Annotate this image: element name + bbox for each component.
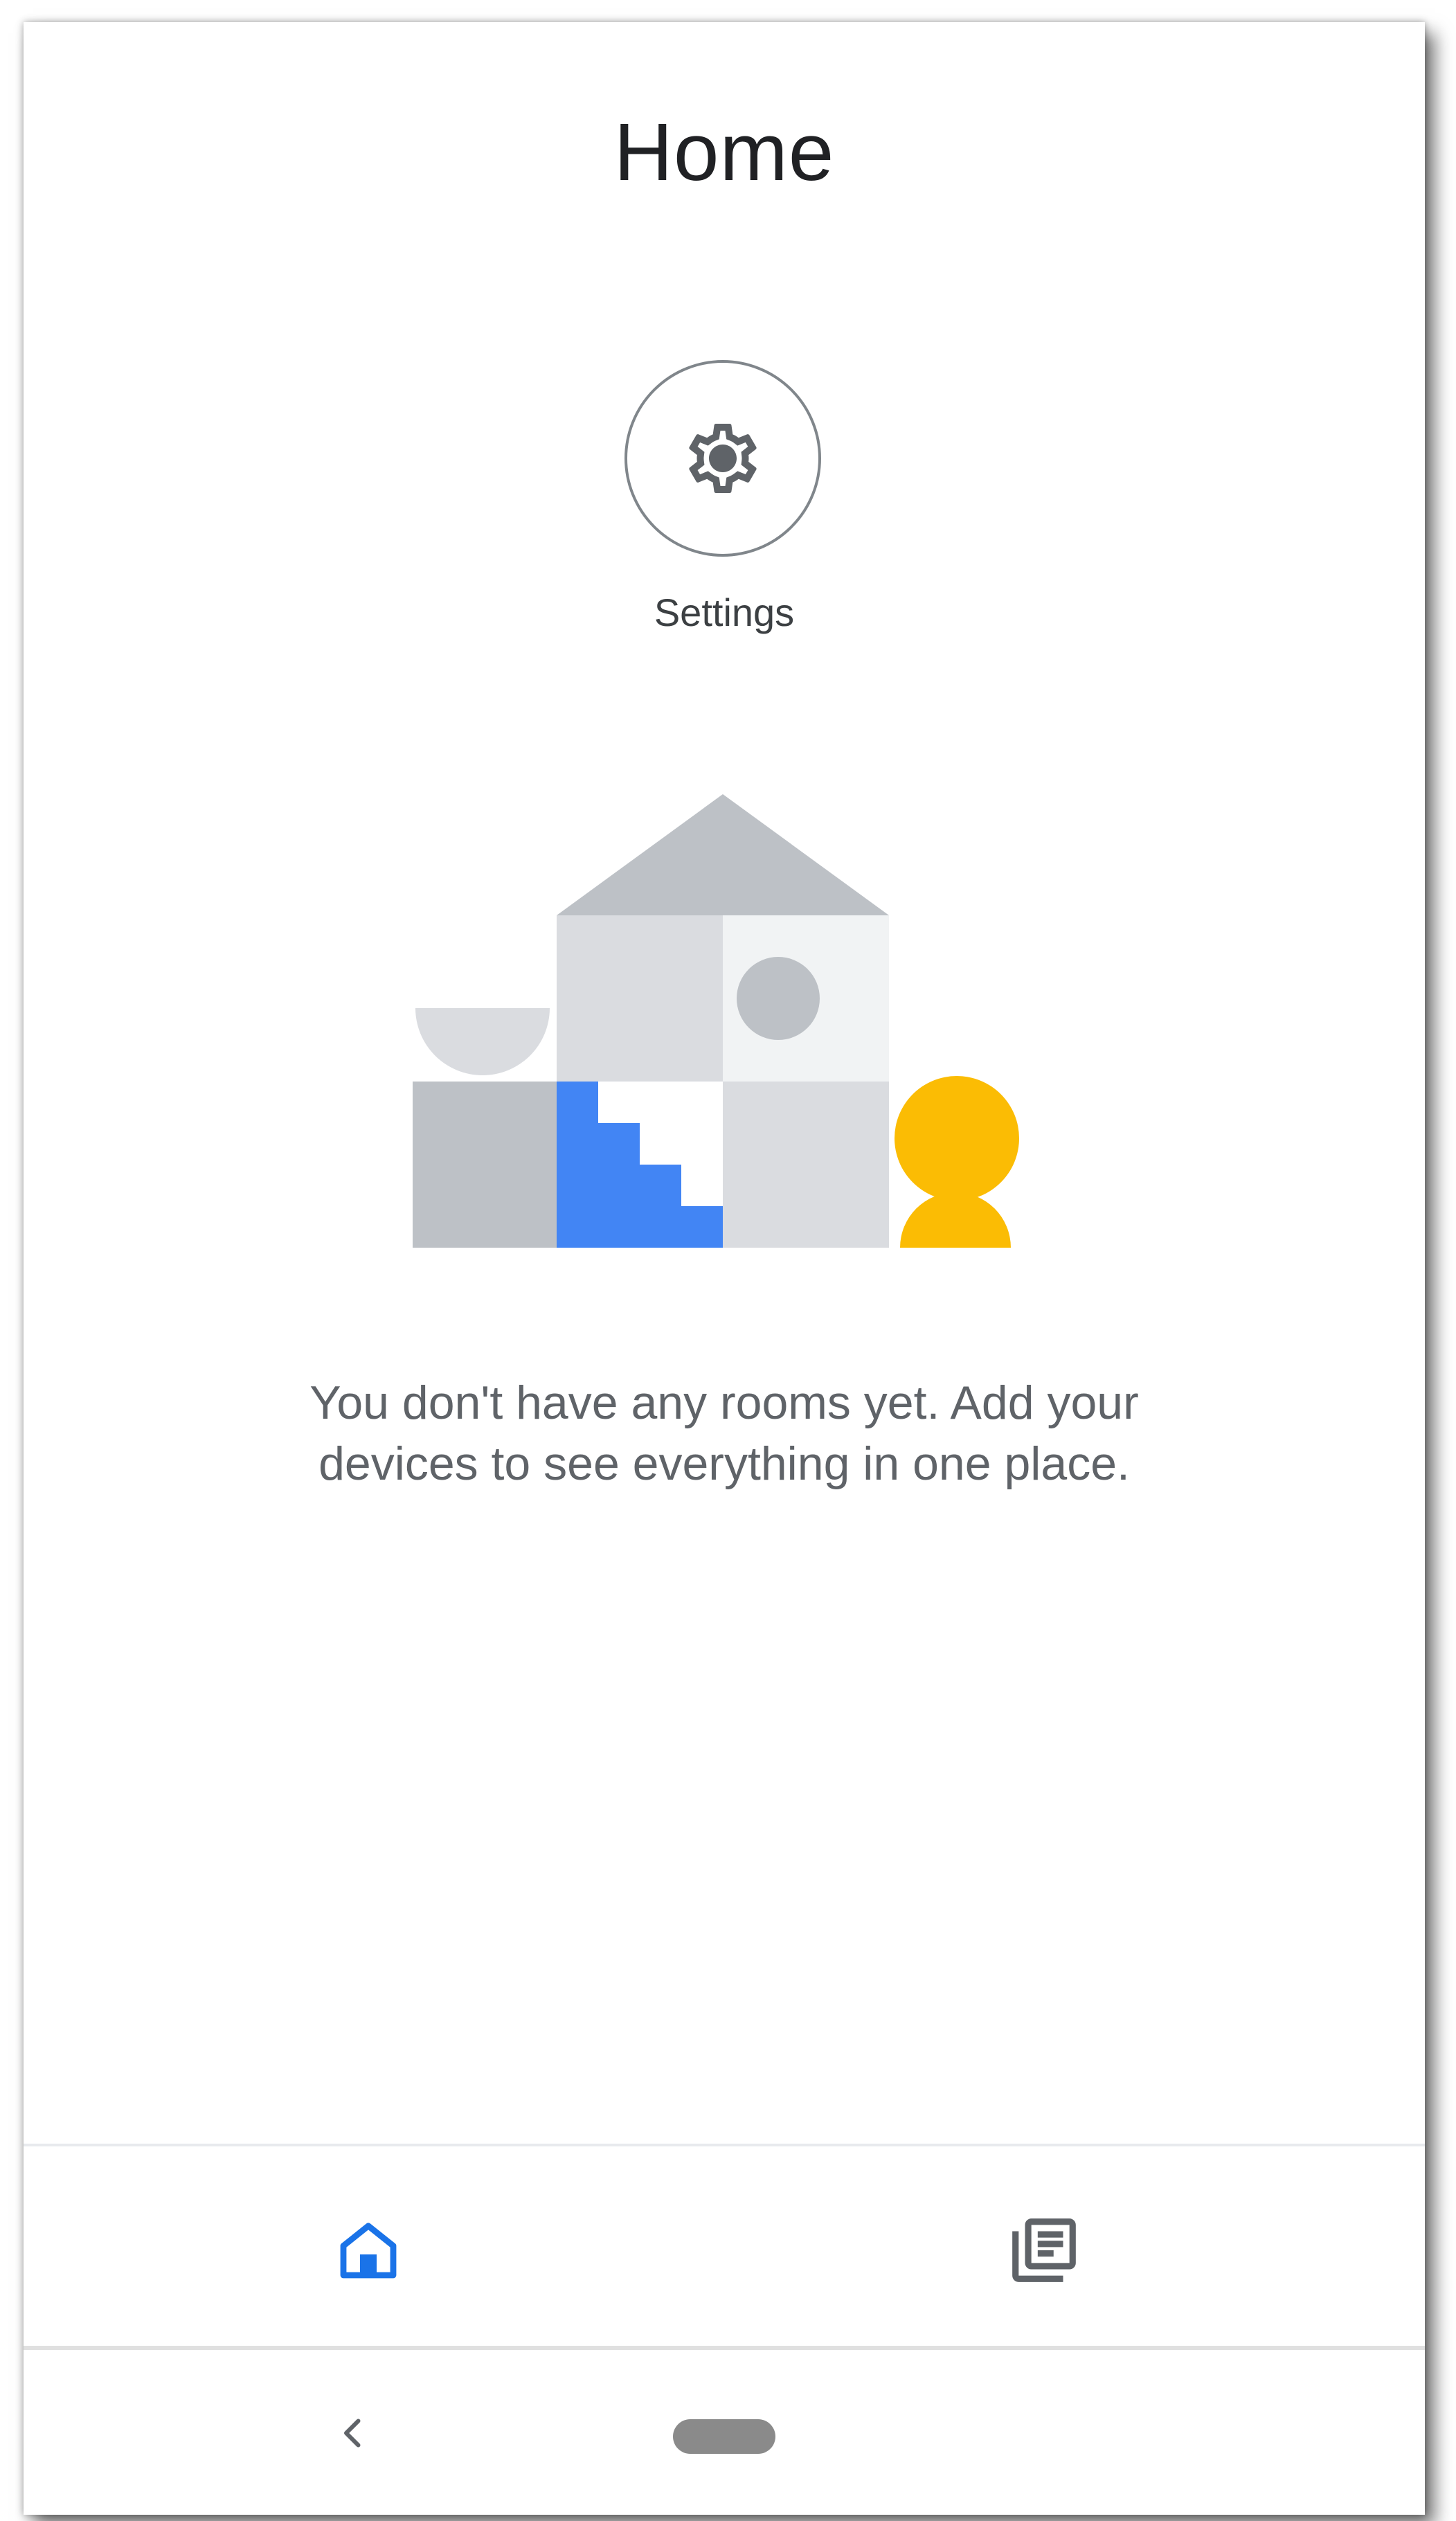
- home-pill[interactable]: [673, 2419, 775, 2454]
- empty-state-message: You don't have any rooms yet. Add your d…: [24, 1372, 1425, 1494]
- screenshot-backdrop: Home Settings You don't have any rooms y…: [0, 0, 1456, 2521]
- home-icon: [340, 2223, 397, 2279]
- empty-home-illustration: [413, 794, 1019, 1248]
- nav-home-tab[interactable]: [320, 2202, 417, 2299]
- empty-state-line-1: You don't have any rooms yet. Add your: [309, 1376, 1139, 1429]
- back-chevron-icon: [344, 2419, 361, 2448]
- illustration-person-head: [895, 1076, 1019, 1201]
- bottom-navigation: [24, 2146, 1425, 2346]
- nav-feed-tab[interactable]: [996, 2202, 1093, 2299]
- empty-state-line-2: devices to see everything in one place.: [318, 1437, 1130, 1490]
- illustration-person-body: [900, 1192, 1011, 1248]
- illustration-block-upper-left: [557, 915, 723, 1082]
- app-screen: Home Settings You don't have any rooms y…: [24, 22, 1425, 2515]
- illustration-block-lower-right: [723, 1082, 889, 1248]
- illustration-block-lower-left: [413, 1082, 557, 1248]
- illustration-bowl: [415, 1008, 550, 1075]
- back-button[interactable]: [312, 2392, 395, 2475]
- system-navigation-bar: [24, 2350, 1425, 2515]
- illustration-window-circle: [737, 957, 820, 1040]
- feed-icon: [1012, 2218, 1076, 2282]
- illustration-roof: [557, 794, 889, 915]
